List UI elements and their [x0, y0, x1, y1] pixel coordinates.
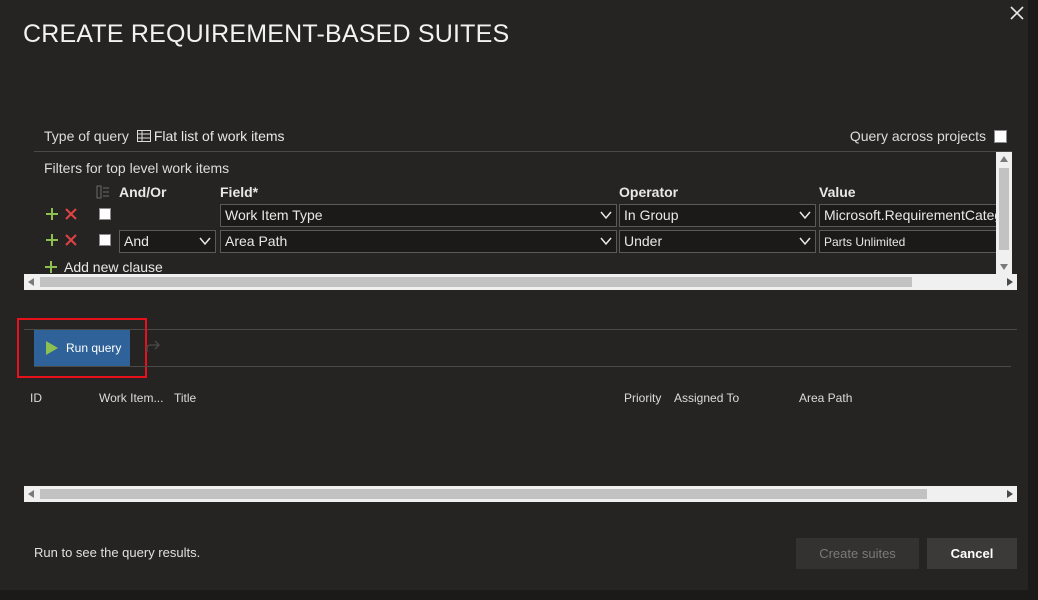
flat-list-icon: [136, 130, 151, 142]
results-col-title[interactable]: Title: [174, 391, 196, 405]
query-type-selector[interactable]: Flat list of work items: [136, 128, 285, 144]
field-select-value: Area Path: [225, 233, 288, 249]
clause-vertical-scrollbar[interactable]: [996, 152, 1012, 274]
scroll-up-icon[interactable]: [1000, 156, 1008, 162]
and-or-select-value: And: [124, 233, 149, 249]
across-projects-checkbox[interactable]: [994, 129, 1007, 143]
scrollbar-thumb[interactable]: [40, 277, 912, 287]
operator-select-value: In Group: [624, 207, 679, 223]
results-col-id[interactable]: ID: [30, 391, 42, 405]
value-input[interactable]: Microsoft.RequirementCategory: [819, 204, 996, 227]
across-projects-label: Query across projects: [849, 128, 986, 144]
clause-row: And Area Path Under Parts Unlimited: [34, 228, 996, 253]
chevron-down-icon: [600, 211, 612, 220]
scrollbar-thumb[interactable]: [40, 489, 927, 499]
results-col-work-item-type[interactable]: Work Item...: [99, 391, 163, 405]
plus-icon: [45, 261, 57, 273]
field-select-value: Work Item Type: [225, 207, 323, 223]
results-col-area-path[interactable]: Area Path: [799, 391, 852, 405]
and-or-select[interactable]: And: [119, 230, 216, 253]
delete-clause-icon[interactable]: [64, 233, 78, 247]
query-across-projects: Query across projects: [850, 128, 1007, 144]
operator-select-value: Under: [624, 233, 663, 249]
clause-select-checkbox[interactable]: [99, 234, 111, 246]
chevron-down-icon: [799, 237, 811, 246]
redo-icon[interactable]: [145, 340, 161, 354]
query-type-label: Type of query: [44, 128, 129, 144]
filters-label: Filters for top level work items: [44, 160, 230, 176]
group-clauses-icon[interactable]: [96, 185, 110, 199]
operator-select[interactable]: In Group: [619, 204, 816, 227]
close-icon: [1010, 6, 1024, 20]
col-header-and-or: And/Or: [119, 184, 167, 200]
col-header-operator: Operator: [619, 184, 679, 200]
scroll-left-icon[interactable]: [28, 278, 34, 286]
clause-horizontal-scrollbar[interactable]: [24, 274, 1017, 290]
close-button[interactable]: [1006, 2, 1028, 24]
create-suites-button[interactable]: Create suites: [796, 538, 919, 569]
dialog-edge: [1028, 0, 1038, 600]
scroll-down-icon[interactable]: [1000, 264, 1008, 270]
add-new-clause-link[interactable]: Add new clause: [44, 259, 163, 274]
toolbar-divider: [34, 366, 1011, 367]
clause-grid: Filters for top level work items And/Or …: [34, 152, 996, 274]
status-message: Run to see the query results.: [34, 545, 201, 560]
results-col-priority[interactable]: Priority: [624, 391, 661, 405]
scrollbar-thumb[interactable]: [999, 168, 1009, 250]
field-select[interactable]: Area Path: [220, 230, 617, 253]
add-clause-icon[interactable]: [45, 233, 59, 247]
clause-select-checkbox[interactable]: [99, 208, 111, 220]
chevron-down-icon: [600, 237, 612, 246]
create-suites-dialog: CREATE REQUIREMENT-BASED SUITES Type of …: [0, 0, 1038, 600]
scroll-right-icon[interactable]: [1007, 278, 1013, 286]
scroll-right-icon[interactable]: [1007, 490, 1013, 498]
dialog-title: CREATE REQUIREMENT-BASED SUITES: [23, 20, 510, 48]
add-new-clause-label: Add new clause: [64, 259, 163, 274]
toolbar-divider: [24, 329, 1017, 330]
operator-select[interactable]: Under: [619, 230, 816, 253]
results-col-assigned-to[interactable]: Assigned To: [674, 391, 739, 405]
delete-clause-icon[interactable]: [64, 207, 78, 221]
add-clause-icon[interactable]: [45, 207, 59, 221]
col-header-value: Value: [819, 184, 856, 200]
chevron-down-icon: [199, 237, 211, 246]
value-input[interactable]: Parts Unlimited: [819, 230, 996, 253]
query-type-row: Type of query Flat list of work items: [44, 128, 285, 144]
results-horizontal-scrollbar[interactable]: [24, 486, 1017, 502]
query-type-value: Flat list of work items: [153, 128, 285, 144]
field-select[interactable]: Work Item Type: [220, 204, 617, 227]
query-editor: Type of query Flat list of work items Qu…: [34, 121, 1012, 291]
highlight-annotation: [17, 318, 147, 378]
chevron-down-icon: [799, 211, 811, 220]
scroll-left-icon[interactable]: [28, 490, 34, 498]
dialog-bottom-edge: [0, 590, 1038, 600]
col-header-field: Field*: [220, 184, 259, 200]
clause-row: Work Item Type In Group Microsoft.Requir…: [34, 202, 996, 227]
cancel-button[interactable]: Cancel: [927, 538, 1017, 569]
